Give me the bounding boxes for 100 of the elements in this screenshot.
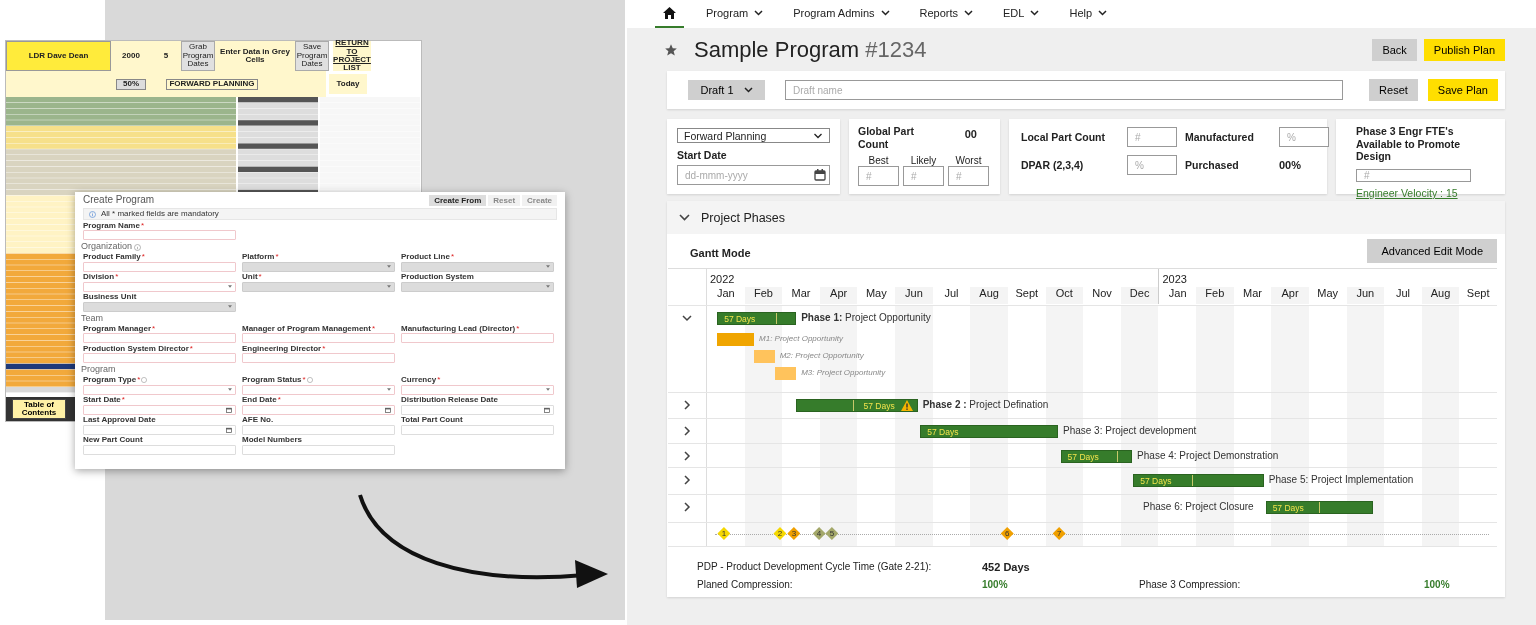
save-dates-button[interactable]: Save Program Dates xyxy=(295,41,329,71)
month-label: Sept xyxy=(1466,287,1490,299)
chevron-icon[interactable] xyxy=(682,451,692,461)
caret-icon xyxy=(546,265,550,269)
grab-dates-button[interactable]: Grab Program Dates xyxy=(181,41,215,71)
input-field[interactable] xyxy=(242,424,395,435)
date-field[interactable] xyxy=(401,404,554,415)
caret-icon xyxy=(546,388,550,392)
select-field[interactable] xyxy=(83,281,236,292)
select-field[interactable] xyxy=(83,384,236,395)
input-field[interactable] xyxy=(242,333,395,344)
milestone-bar[interactable] xyxy=(774,367,797,380)
input-field[interactable] xyxy=(242,353,395,364)
select-field[interactable] xyxy=(401,384,554,395)
draft-select[interactable]: Draft 1 xyxy=(688,80,765,100)
local-part-count-field[interactable]: # xyxy=(1127,127,1177,147)
notice-text: All * marked fields are mandatory xyxy=(101,210,219,219)
milestone-bar[interactable] xyxy=(754,350,775,363)
input-field[interactable] xyxy=(83,230,236,241)
engineer-velocity-link[interactable]: Engineer Velocity : 15 xyxy=(1356,186,1485,199)
input-field[interactable] xyxy=(242,444,395,455)
input-field[interactable] xyxy=(83,353,236,364)
return-link[interactable]: RETURN TO PROJECT LIST xyxy=(333,41,371,71)
month-label: Oct xyxy=(1055,287,1073,299)
manufactured-field[interactable]: % xyxy=(1279,127,1329,147)
calendar-icon[interactable] xyxy=(814,169,826,181)
phase-bar[interactable]: 57 Days xyxy=(1265,501,1373,514)
nav-menu[interactable]: Reports xyxy=(911,0,982,28)
phase-bar[interactable]: 57 Days xyxy=(1133,474,1264,487)
chevron-icon[interactable] xyxy=(682,400,692,410)
phase-bar[interactable]: 57 Days xyxy=(920,425,1058,438)
sheet-tab[interactable]: Table of Contents xyxy=(12,398,66,420)
month-label: Nov xyxy=(1092,287,1112,299)
nav-menu[interactable]: Program xyxy=(698,0,772,28)
input-field[interactable] xyxy=(401,424,554,435)
estimate-label: Worst xyxy=(955,155,982,167)
stat-label: Phase 3 Compression: xyxy=(1139,579,1242,590)
gantt-title: Gantt Mode xyxy=(690,247,751,259)
milestone-marker[interactable]: 6 xyxy=(1000,527,1014,540)
month-label: Sept xyxy=(1015,287,1039,299)
global-part-count-label: Global Part Count xyxy=(858,125,915,152)
required-mark: * xyxy=(141,253,145,262)
month-label: Aug xyxy=(979,287,999,299)
draft-name-field[interactable]: Draft name xyxy=(785,80,1344,100)
star-icon[interactable] xyxy=(664,43,678,57)
phase-label: Phase 4: Project Demonstration xyxy=(1137,450,1279,461)
draft-button[interactable]: Reset xyxy=(1369,79,1418,101)
date-field[interactable] xyxy=(83,424,236,435)
phase-bar[interactable]: 57 Days xyxy=(1060,450,1133,463)
date-field[interactable] xyxy=(242,404,395,415)
select-field[interactable] xyxy=(242,384,395,395)
phase-bar[interactable]: 57 Days xyxy=(796,399,918,412)
input-field[interactable] xyxy=(83,333,236,344)
nav-menu[interactable]: Program Admins xyxy=(785,0,898,28)
milestone-bar[interactable] xyxy=(717,333,754,346)
section-title: Project Phases xyxy=(701,210,786,225)
milestone-marker[interactable]: 2 xyxy=(773,527,787,540)
milestone-marker[interactable]: 1 xyxy=(717,527,731,540)
field-label: Distribution Release Date xyxy=(401,396,498,405)
milestone-marker[interactable]: 7 xyxy=(1052,527,1066,540)
phase-bar[interactable]: 57 Days xyxy=(717,312,797,325)
chevron-icon[interactable] xyxy=(682,502,692,512)
required-mark: * xyxy=(121,396,125,405)
input-field[interactable] xyxy=(83,444,236,455)
milestone-label: M2: Project Opportunity xyxy=(779,351,864,360)
chevron-icon[interactable] xyxy=(682,475,692,485)
milestone-marker[interactable]: 5 xyxy=(825,527,839,540)
input-field[interactable] xyxy=(83,261,236,272)
start-date-field[interactable]: dd-mmm-yyyy xyxy=(677,165,830,185)
milestone-marker[interactable]: 3 xyxy=(787,527,801,540)
chevron-icon[interactable] xyxy=(682,426,692,436)
form-title: Create Program xyxy=(83,195,155,206)
nav-menu[interactable]: EDL xyxy=(995,0,1048,28)
dpar-field[interactable]: % xyxy=(1127,155,1177,175)
fte-field[interactable]: # xyxy=(1356,168,1471,182)
form-button[interactable]: Create From xyxy=(429,195,487,206)
chevron-icon[interactable] xyxy=(682,313,692,323)
milestone-marker[interactable]: 4 xyxy=(812,527,826,540)
estimate-field[interactable]: # xyxy=(948,166,989,187)
action-button[interactable]: Back xyxy=(1372,39,1417,61)
section-title: Program xyxy=(81,365,116,375)
nav-label: Reports xyxy=(919,7,959,19)
section-header[interactable]: Project Phases xyxy=(667,201,1505,234)
draft-button[interactable]: Save Plan xyxy=(1427,79,1498,101)
action-button[interactable]: Publish Plan xyxy=(1423,39,1505,61)
month-label: Jul xyxy=(1395,287,1410,299)
nav-menu[interactable]: Help xyxy=(1061,0,1116,28)
input-field[interactable] xyxy=(401,333,554,344)
page-title: Sample Program #1234 xyxy=(694,37,927,63)
estimate-field[interactable]: # xyxy=(903,166,944,187)
required-mark: * xyxy=(140,221,145,231)
field-label: Business Unit xyxy=(83,293,137,302)
estimate-field[interactable]: # xyxy=(858,166,899,187)
fte-label: Phase 3 Engr FTE's Available to Promote Design xyxy=(1356,125,1462,163)
chevron-down-icon xyxy=(1030,10,1040,16)
date-field[interactable] xyxy=(83,404,236,415)
count-cell: 5 xyxy=(151,41,181,71)
planning-select[interactable]: Forward Planning xyxy=(677,128,830,143)
caret-icon xyxy=(387,265,391,269)
advanced-edit-button[interactable]: Advanced Edit Mode xyxy=(1367,239,1497,263)
